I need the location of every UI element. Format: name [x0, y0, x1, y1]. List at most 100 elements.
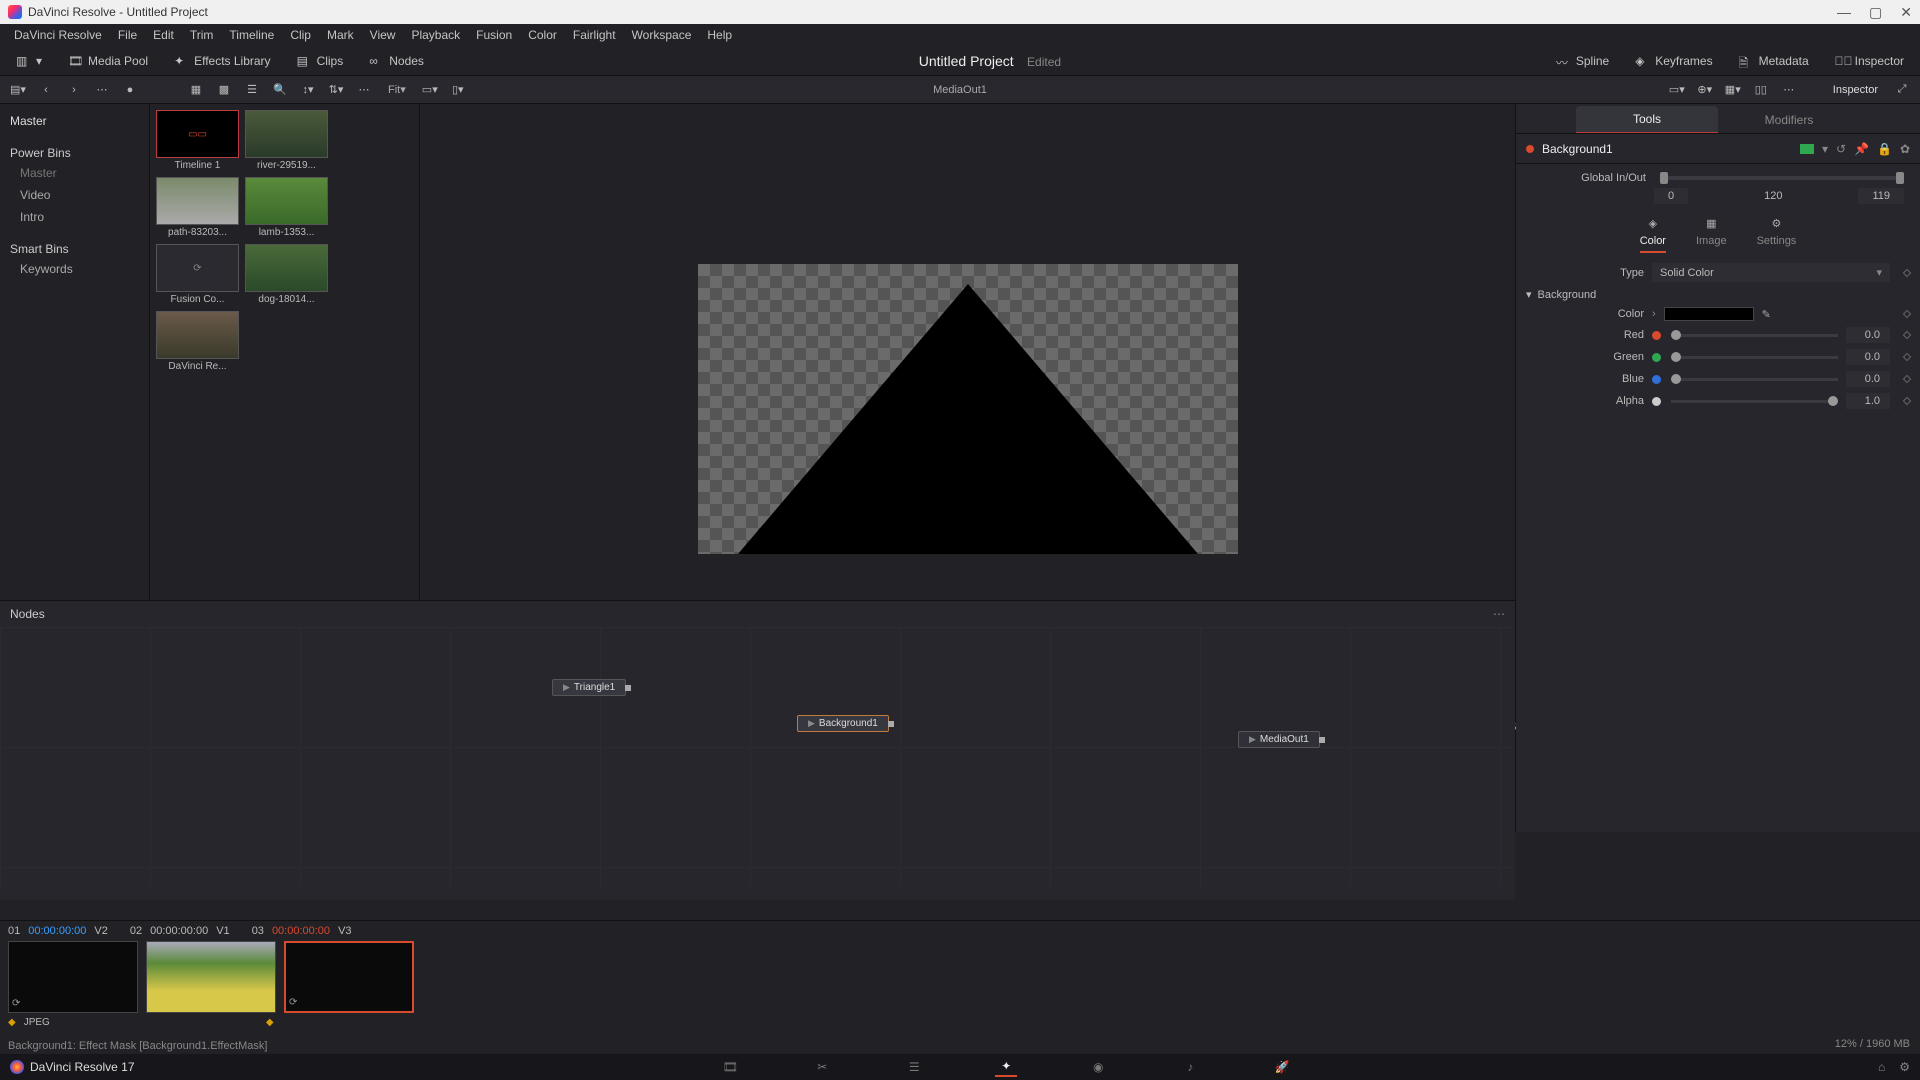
- menu-color[interactable]: Color: [520, 28, 565, 42]
- inspector-tab-modifiers[interactable]: Modifiers: [1718, 107, 1860, 133]
- menu-clip[interactable]: Clip: [282, 28, 319, 42]
- green-value[interactable]: 0.0: [1846, 349, 1890, 365]
- blue-keyframe-diamond[interactable]: [1903, 375, 1911, 383]
- blue-slider[interactable]: [1671, 378, 1838, 381]
- spline-toggle[interactable]: 〰Spline: [1550, 52, 1615, 70]
- alpha-value[interactable]: 1.0: [1846, 393, 1890, 409]
- bin-master[interactable]: Master: [0, 110, 149, 132]
- insp-subtab-settings[interactable]: ⚙Settings: [1757, 214, 1797, 253]
- global-out-value[interactable]: 119: [1858, 188, 1904, 204]
- type-select[interactable]: Solid Color▾: [1652, 263, 1890, 282]
- effects-library-toggle[interactable]: ✦Effects Library: [168, 52, 276, 70]
- sort-dropdown[interactable]: ↕▾: [298, 80, 318, 100]
- inspector-tab-tools[interactable]: Tools: [1576, 106, 1718, 133]
- insp-subtab-image[interactable]: ▦Image: [1696, 214, 1727, 253]
- page-media-icon[interactable]: 🎞: [719, 1057, 741, 1077]
- page-edit-icon[interactable]: ☰: [903, 1057, 925, 1077]
- close-button[interactable]: ✕: [1900, 4, 1912, 21]
- viewer-opt-target[interactable]: ⊕▾: [1695, 80, 1715, 100]
- bin-dropdown[interactable]: ▤▾: [8, 80, 28, 100]
- clip-thumb-3[interactable]: ⟳: [284, 941, 414, 1013]
- keyframes-toggle[interactable]: ◈Keyframes: [1629, 52, 1718, 70]
- clips-toggle[interactable]: ▤Clips: [291, 52, 350, 70]
- more-2-icon[interactable]: ⋯: [354, 80, 374, 100]
- menu-timeline[interactable]: Timeline: [221, 28, 282, 42]
- color-keyframe-diamond[interactable]: [1903, 310, 1911, 318]
- global-in-value[interactable]: 0: [1654, 188, 1688, 204]
- smartbin-keywords[interactable]: Keywords: [0, 258, 149, 280]
- clip-thumb-1[interactable]: ⟳: [8, 941, 138, 1013]
- minimize-button[interactable]: —: [1837, 4, 1851, 21]
- background-section-header[interactable]: ▾Background: [1526, 288, 1910, 301]
- thumb-timeline1[interactable]: ▭▭Timeline 1: [156, 110, 239, 171]
- page-fusion-icon[interactable]: ✦: [995, 1057, 1017, 1077]
- nav-fwd[interactable]: ›: [64, 80, 84, 100]
- color-swatch[interactable]: [1664, 307, 1754, 321]
- alpha-keyframe-diamond[interactable]: [1903, 397, 1911, 405]
- viewer-opt-grid[interactable]: ▦▾: [1723, 80, 1743, 100]
- filter-dropdown[interactable]: ⇅▾: [326, 80, 346, 100]
- type-keyframe-diamond[interactable]: [1903, 268, 1911, 276]
- zoom-fit-dropdown[interactable]: Fit▾: [382, 83, 412, 96]
- green-slider[interactable]: [1671, 356, 1838, 359]
- menu-file[interactable]: File: [110, 28, 145, 42]
- inspector-toggle[interactable]: ✖⃝Inspector: [1829, 52, 1910, 70]
- maximize-button[interactable]: ▢: [1869, 4, 1882, 21]
- page-color-icon[interactable]: ◉: [1087, 1057, 1109, 1077]
- menu-trim[interactable]: Trim: [182, 28, 222, 42]
- node-background1[interactable]: ▶Background1: [797, 715, 889, 732]
- inspector-expand-icon[interactable]: ⤢: [1892, 80, 1912, 100]
- node-mediaout1[interactable]: ▶MediaOut1: [1238, 731, 1320, 748]
- page-deliver-icon[interactable]: 🚀: [1271, 1057, 1293, 1077]
- viewer-layout-2[interactable]: ▯▾: [448, 80, 468, 100]
- global-io-slider[interactable]: [1660, 176, 1904, 180]
- nodes-panel-options-icon[interactable]: ⋯: [1493, 607, 1505, 621]
- clip-thumb-2[interactable]: [146, 941, 276, 1013]
- eyedropper-icon[interactable]: ✎: [1762, 308, 1771, 321]
- page-fairlight-icon[interactable]: ♪: [1179, 1057, 1201, 1077]
- version-icon[interactable]: [1800, 144, 1814, 154]
- page-cut-icon[interactable]: ✂: [811, 1057, 833, 1077]
- powerbin-intro[interactable]: Intro: [0, 206, 149, 228]
- thumb-fusion-comp[interactable]: ⟳Fusion Co...: [156, 244, 239, 305]
- nav-back[interactable]: ‹: [36, 80, 56, 100]
- home-icon[interactable]: ⌂: [1878, 1060, 1885, 1074]
- menu-view[interactable]: View: [362, 28, 404, 42]
- thumb-davinci[interactable]: DaVinci Re...: [156, 311, 239, 372]
- viewer-opt-dual[interactable]: ▯▯: [1751, 80, 1771, 100]
- menu-fusion[interactable]: Fusion: [468, 28, 520, 42]
- project-settings-icon[interactable]: ⚙: [1899, 1060, 1910, 1074]
- powerbin-master[interactable]: Master: [0, 162, 149, 184]
- more-icon[interactable]: ⋯: [92, 80, 112, 100]
- menu-workspace[interactable]: Workspace: [624, 28, 700, 42]
- red-value[interactable]: 0.0: [1846, 327, 1890, 343]
- view-thumb-lg-icon[interactable]: ▦: [186, 80, 206, 100]
- alpha-slider[interactable]: [1671, 400, 1838, 403]
- thumb-lamb[interactable]: lamb-1353...: [245, 177, 328, 238]
- menu-mark[interactable]: Mark: [319, 28, 362, 42]
- viewer-opt-more[interactable]: ⋯: [1779, 80, 1799, 100]
- powerbins-header[interactable]: Power Bins: [0, 140, 149, 162]
- node-triangle1[interactable]: ▶Triangle1: [552, 679, 626, 696]
- smartbins-header[interactable]: Smart Bins: [0, 236, 149, 258]
- pin-icon[interactable]: 📌: [1854, 142, 1869, 156]
- reset-icon[interactable]: ↺: [1836, 142, 1846, 156]
- red-slider[interactable]: [1671, 334, 1838, 337]
- blue-value[interactable]: 0.0: [1846, 371, 1890, 387]
- menu-fairlight[interactable]: Fairlight: [565, 28, 624, 42]
- metadata-toggle[interactable]: 🗎Metadata: [1733, 52, 1815, 70]
- insp-subtab-color[interactable]: ◈Color: [1640, 214, 1666, 253]
- menu-playback[interactable]: Playback: [403, 28, 468, 42]
- view-thumb-sm-icon[interactable]: ▩: [214, 80, 234, 100]
- layout-dropdown[interactable]: ▥▾: [10, 52, 48, 70]
- star-icon[interactable]: ✿: [1900, 142, 1910, 156]
- dot-icon[interactable]: ●: [120, 80, 140, 100]
- nodes-toggle[interactable]: ∞Nodes: [363, 52, 430, 70]
- green-keyframe-diamond[interactable]: [1903, 353, 1911, 361]
- menu-edit[interactable]: Edit: [145, 28, 182, 42]
- menu-davinci[interactable]: DaVinci Resolve: [6, 28, 110, 42]
- search-icon[interactable]: 🔍: [270, 80, 290, 100]
- red-keyframe-diamond[interactable]: [1903, 331, 1911, 339]
- view-list-icon[interactable]: ☰: [242, 80, 262, 100]
- menu-help[interactable]: Help: [699, 28, 740, 42]
